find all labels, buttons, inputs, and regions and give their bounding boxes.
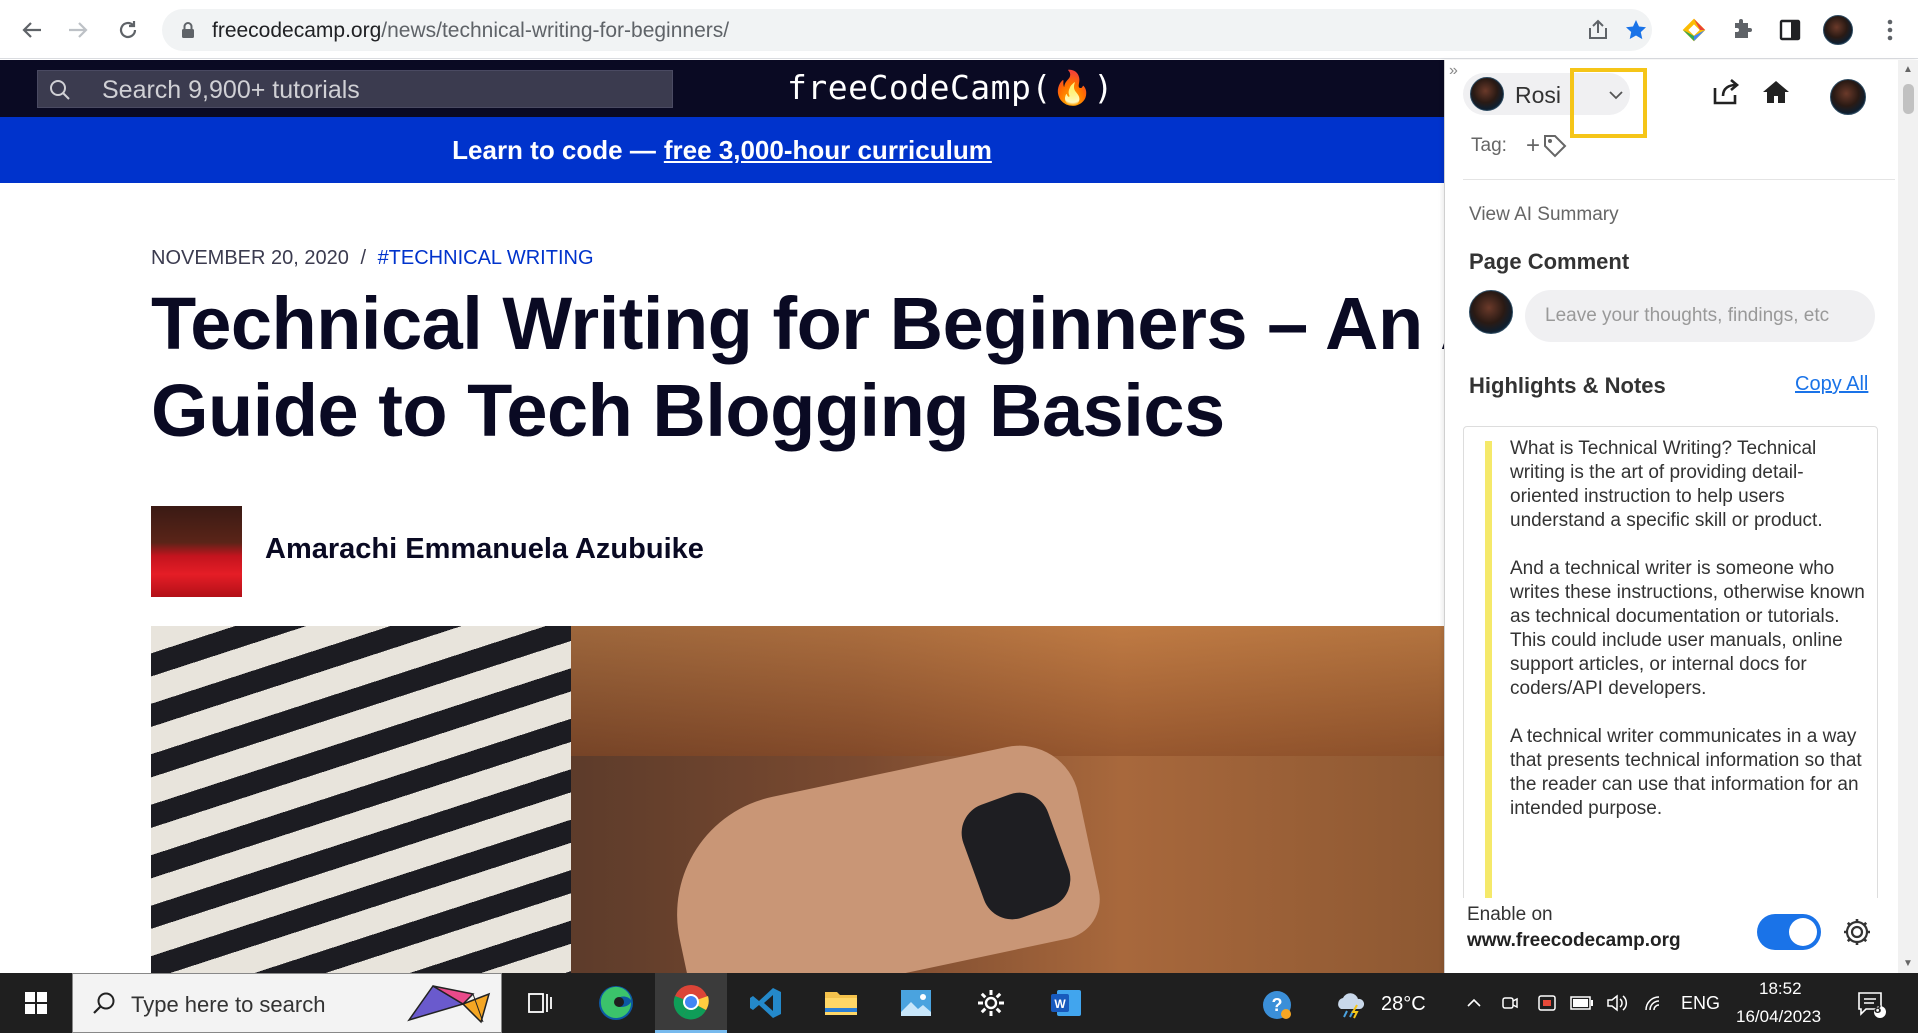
- notification-center-icon[interactable]: 8: [1854, 987, 1888, 1021]
- word-app-icon[interactable]: W: [1030, 973, 1102, 1033]
- share-export-icon[interactable]: [1709, 75, 1743, 109]
- side-panel-icon[interactable]: [1774, 14, 1806, 46]
- view-ai-summary-link[interactable]: View AI Summary: [1469, 204, 1619, 226]
- copy-all-link[interactable]: Copy All: [1795, 373, 1868, 396]
- enable-toggle[interactable]: [1757, 914, 1821, 950]
- photos-app-icon[interactable]: [880, 973, 952, 1033]
- input-language[interactable]: ENG: [1681, 993, 1720, 1014]
- divider: [1463, 179, 1895, 180]
- panel-scrollbar[interactable]: ▲ ▼: [1898, 60, 1918, 973]
- plus-icon: +: [1526, 132, 1541, 159]
- highlight-annotation-box: [1570, 68, 1647, 138]
- highlight-color-bar: [1485, 441, 1492, 958]
- meta-separator: /: [360, 247, 366, 269]
- bookmark-star-icon[interactable]: [1620, 14, 1652, 46]
- search-input[interactable]: [102, 75, 662, 105]
- edge-browser-icon[interactable]: [580, 973, 652, 1033]
- banner-text: Learn to code —: [452, 134, 656, 165]
- extension-side-panel: » Rosi Tag: + View AI Summary Page Comme…: [1444, 60, 1918, 973]
- search-icon: [93, 992, 115, 1014]
- title-line-2: Guide to Tech Blogging Basics: [151, 369, 1225, 452]
- windows-start-icon[interactable]: [0, 973, 72, 1033]
- notification-count: 8: [1874, 1001, 1882, 1016]
- site-header: freeCodeCamp(🔥): [0, 60, 1444, 117]
- url-text: freecodecamp.org/news/technical-writing-…: [212, 19, 730, 42]
- article-title: Technical Writing for Beginners – An A- …: [151, 280, 1518, 454]
- publish-date: NOVEMBER 20, 2020: [151, 247, 349, 269]
- battery-icon[interactable]: [1568, 989, 1596, 1017]
- help-icon[interactable]: ?: [1261, 989, 1293, 1021]
- svg-text:?: ?: [1272, 995, 1283, 1015]
- address-bar[interactable]: freecodecamp.org/news/technical-writing-…: [162, 9, 1652, 51]
- tag-icon: [1544, 135, 1567, 158]
- user-avatar: [1470, 77, 1504, 111]
- volume-icon[interactable]: [1603, 989, 1631, 1017]
- tag-label: Tag:: [1471, 135, 1507, 156]
- author-name-link[interactable]: Amarachi Emmanuela Azubuike: [265, 533, 704, 566]
- user-name: Rosi: [1515, 82, 1562, 108]
- wifi-icon[interactable]: [1640, 989, 1668, 1017]
- gear-icon[interactable]: [1837, 912, 1877, 952]
- file-explorer-icon[interactable]: [805, 973, 877, 1033]
- author-avatar[interactable]: [151, 506, 242, 597]
- back-icon[interactable]: [16, 14, 48, 46]
- title-line-1: Technical Writing for Beginners – An A-: [151, 282, 1518, 365]
- reload-icon[interactable]: [112, 14, 144, 46]
- page-comment-input[interactable]: [1525, 290, 1875, 342]
- more-menu-icon[interactable]: [1874, 14, 1906, 46]
- article-meta: NOVEMBER 20, 2020 / #TECHNICAL WRITING: [151, 247, 594, 270]
- panel-footer: Enable on www.freecodecamp.org: [1445, 898, 1918, 973]
- highlight-paragraph: A technical writer communicates in a way…: [1510, 726, 1862, 819]
- add-tag-button[interactable]: +: [1526, 132, 1568, 160]
- highlight-note-card[interactable]: What is Technical Writing? Technical wri…: [1463, 426, 1878, 959]
- lock-icon[interactable]: [178, 20, 198, 40]
- profile-avatar-icon[interactable]: [1822, 14, 1854, 46]
- share-icon[interactable]: [1582, 14, 1614, 46]
- taskbar-search-text: Type here to search: [131, 992, 326, 1017]
- weather-icon[interactable]: [1333, 987, 1369, 1019]
- highlight-paragraph: And a technical writer is someone who wr…: [1510, 558, 1865, 699]
- curriculum-link[interactable]: free 3,000-hour curriculum: [664, 135, 992, 166]
- highlight-text: What is Technical Writing? Technical wri…: [1510, 437, 1870, 845]
- browser-toolbar: freecodecamp.org/news/technical-writing-…: [0, 0, 1918, 59]
- enable-site: www.freecodecamp.org: [1467, 930, 1681, 951]
- comment-avatar: [1469, 290, 1513, 334]
- search-icon: [50, 80, 70, 100]
- windows-taskbar: Type here to search W ? 28°C ENG 18:52 1…: [0, 973, 1918, 1033]
- highlight-paragraph: What is Technical Writing? Technical wri…: [1510, 438, 1823, 531]
- clock-time[interactable]: 18:52: [1759, 979, 1802, 999]
- chevron-up-icon[interactable]: [1460, 989, 1488, 1017]
- extensions-puzzle-icon[interactable]: [1726, 14, 1758, 46]
- promo-banner: Learn to code — free 3,000-hour curricul…: [0, 117, 1444, 183]
- forward-icon[interactable]: [62, 14, 94, 46]
- taskbar-search-box[interactable]: Type here to search: [72, 973, 502, 1033]
- enable-label: Enable on: [1467, 904, 1553, 925]
- settings-gear-icon[interactable]: [955, 973, 1027, 1033]
- tutorial-search[interactable]: [37, 70, 673, 108]
- site-logo[interactable]: freeCodeCamp(🔥): [787, 68, 1114, 108]
- search-highlight-kite-icon: [407, 984, 491, 1024]
- article-tag-link[interactable]: #TECHNICAL WRITING: [378, 247, 594, 269]
- meet-now-icon[interactable]: [1496, 989, 1524, 1017]
- weather-temperature[interactable]: 28°C: [1381, 993, 1426, 1016]
- vscode-icon[interactable]: [730, 973, 802, 1033]
- page-comment-title: Page Comment: [1469, 249, 1630, 274]
- clock-date[interactable]: 16/04/2023: [1736, 1007, 1821, 1027]
- svg-text:W: W: [1054, 997, 1066, 1011]
- account-avatar-icon[interactable]: [1830, 79, 1866, 115]
- collapse-panel-icon[interactable]: »: [1449, 62, 1458, 80]
- task-view-icon[interactable]: [504, 973, 576, 1033]
- extension-colorful-icon[interactable]: [1678, 14, 1710, 46]
- highlights-notes-title: Highlights & Notes: [1469, 373, 1666, 398]
- chrome-browser-icon[interactable]: [655, 973, 727, 1033]
- article-hero-image: [151, 626, 1444, 973]
- app-tray-icon[interactable]: [1533, 989, 1561, 1017]
- home-icon[interactable]: [1759, 75, 1793, 109]
